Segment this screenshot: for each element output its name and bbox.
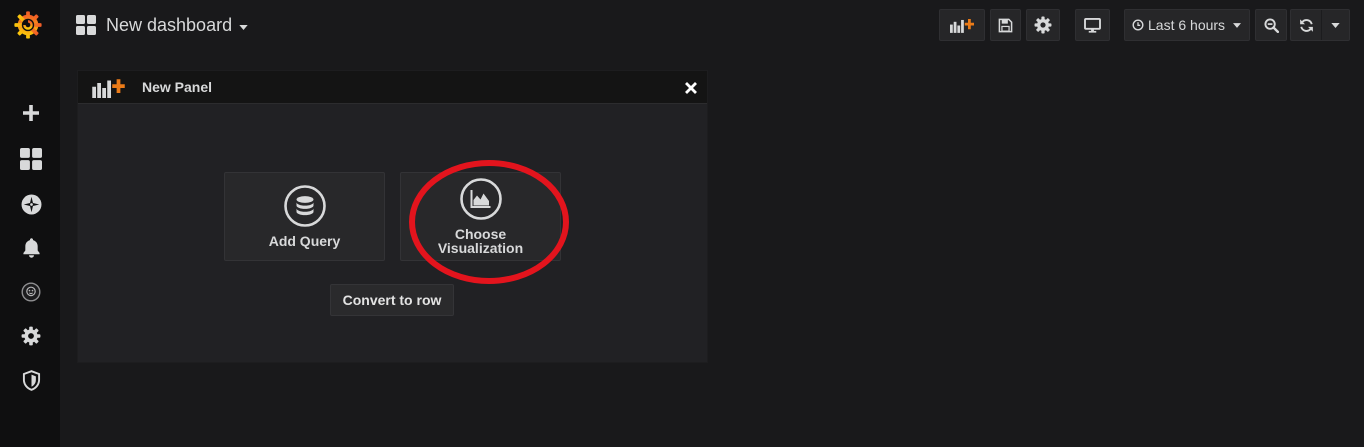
add-panel-button[interactable] <box>939 9 985 41</box>
grafana-logo-icon[interactable] <box>13 9 43 39</box>
gear-icon <box>21 326 41 346</box>
area-chart-icon <box>459 178 502 220</box>
dashboard-picker[interactable]: New dashboard <box>76 0 248 50</box>
gear-icon <box>1034 16 1052 34</box>
zoom-out-icon <box>1263 17 1279 33</box>
caret-down-icon <box>1233 22 1241 28</box>
dashboard-navbar: New dashboard Last 6 hours <box>60 0 1364 50</box>
convert-to-row-button[interactable]: Convert to row <box>330 284 454 316</box>
monitor-icon <box>1084 17 1101 33</box>
refresh-icon <box>1299 18 1314 33</box>
alert-bell-icon <box>22 237 41 258</box>
clock-icon <box>1132 19 1144 31</box>
caret-down-icon <box>1331 22 1340 28</box>
sidebar-item-explore[interactable] <box>0 184 60 224</box>
sidebar-item-configuration[interactable] <box>0 316 60 356</box>
grafana-app: New dashboard Last 6 hours New Panel Add… <box>0 0 1364 447</box>
refresh-button[interactable] <box>1291 10 1322 40</box>
sidebar-item-create[interactable] <box>0 93 60 133</box>
dashboard-title: New dashboard <box>106 14 233 35</box>
sidebar-item-dashboards[interactable] <box>0 139 60 179</box>
plus-icon <box>22 104 40 122</box>
dashboards-grid-icon <box>76 15 96 35</box>
panel-header: New Panel <box>78 71 707 104</box>
shield-icon <box>22 369 41 391</box>
panel-title: New Panel <box>142 79 213 95</box>
add-query-button[interactable]: Add Query <box>224 172 385 261</box>
tv-mode-button[interactable] <box>1075 9 1110 41</box>
sidebar-item-profile[interactable] <box>0 272 60 312</box>
time-range-label: Last 6 hours <box>1148 17 1226 33</box>
close-icon[interactable] <box>684 81 698 95</box>
side-menu <box>0 0 60 447</box>
user-avatar-icon <box>21 282 41 302</box>
refresh-interval-dropdown[interactable] <box>1322 10 1349 40</box>
sidebar-item-alerting[interactable] <box>0 227 60 267</box>
time-range-picker[interactable]: Last 6 hours <box>1124 9 1250 41</box>
caret-down-icon <box>239 24 248 30</box>
save-dashboard-button[interactable] <box>990 9 1021 41</box>
dashboard-settings-button[interactable] <box>1026 9 1060 41</box>
dashboards-grid-icon <box>20 148 42 170</box>
choose-visualization-label: Choose Visualization <box>437 226 524 256</box>
sidebar-item-server-admin[interactable] <box>0 360 60 400</box>
new-panel: New Panel Add Query Choose Visualization… <box>77 70 708 363</box>
add-panel-icon <box>92 78 125 98</box>
save-icon <box>998 18 1013 33</box>
zoom-out-button[interactable] <box>1255 9 1287 41</box>
database-icon <box>283 185 326 227</box>
choose-visualization-button[interactable]: Choose Visualization <box>400 172 561 261</box>
add-query-label: Add Query <box>268 233 341 249</box>
refresh-picker <box>1290 9 1350 41</box>
add-panel-icon <box>950 18 974 33</box>
explore-compass-icon <box>21 194 42 215</box>
